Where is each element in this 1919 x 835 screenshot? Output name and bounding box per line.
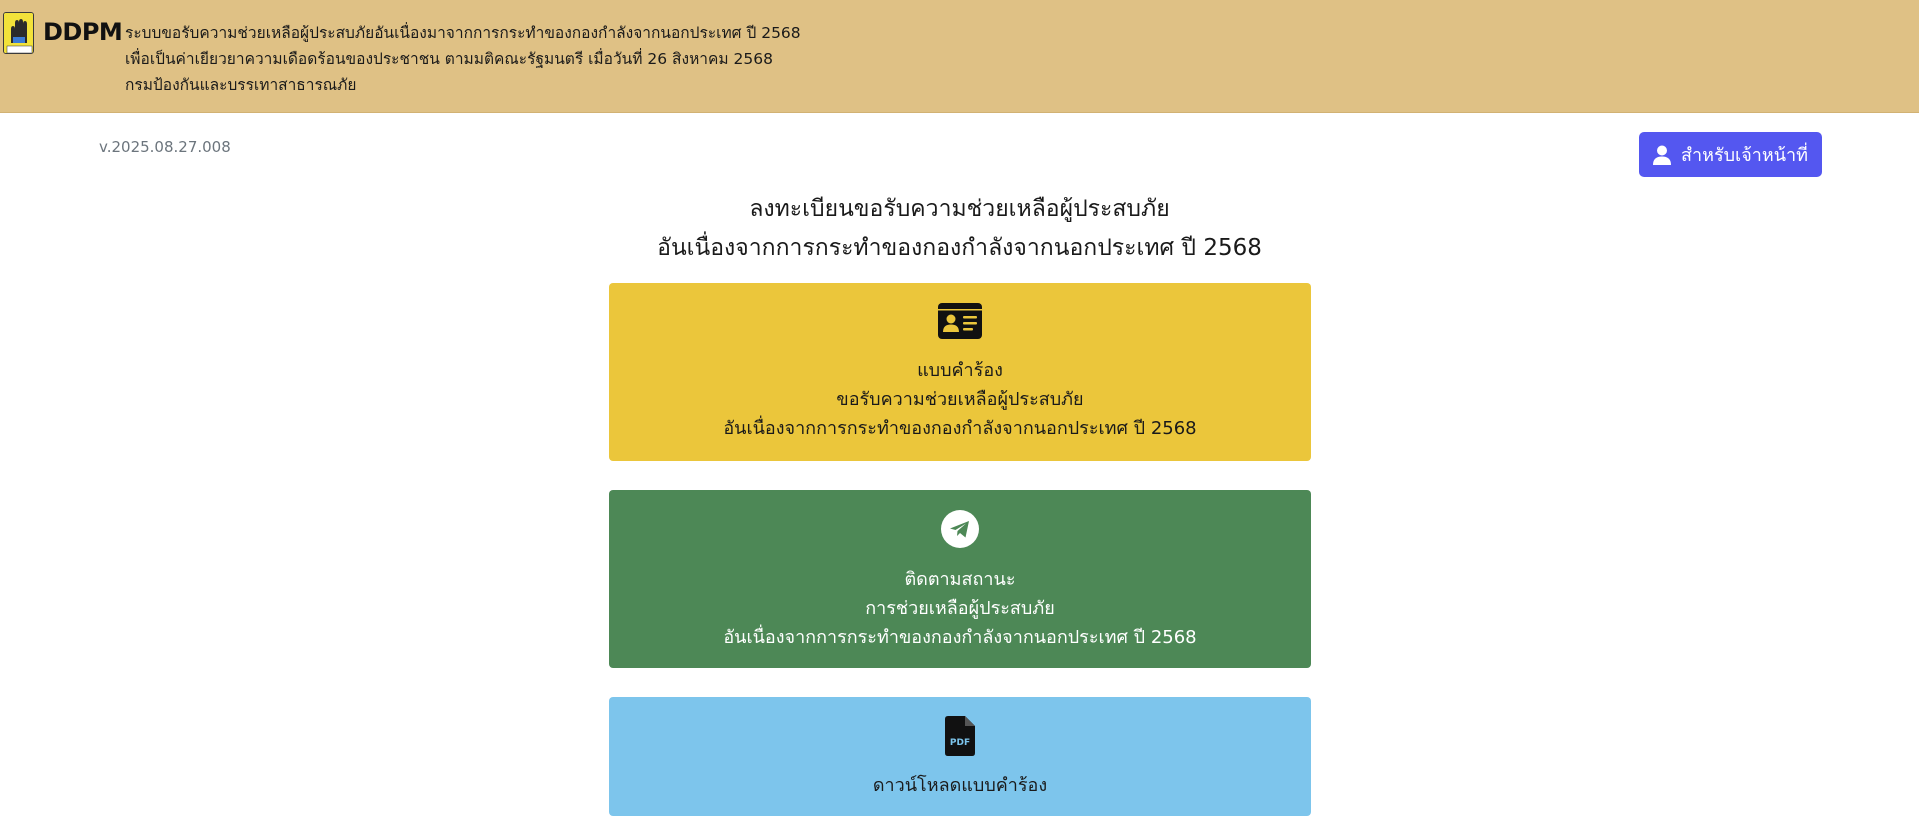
track-status-card-detail: อันเนื่องจากการกระทำของกองกำลังจากนอกประ…	[723, 627, 1197, 648]
pdf-file-icon: PDF	[945, 716, 975, 765]
request-form-card-detail: อันเนื่องจากการกระทำของกองกำลังจากนอกประ…	[723, 418, 1197, 439]
id-card-icon	[938, 303, 982, 348]
track-status-card[interactable]: ติดตามสถานะ การช่วยเหลือผู้ประสบภัย อันเ…	[609, 490, 1311, 668]
request-form-card[interactable]: แบบคำร้อง ขอรับความช่วยเหลือผู้ประสบภัย …	[609, 283, 1311, 461]
staff-button-label: สำหรับเจ้าหน้าที่	[1680, 145, 1808, 166]
header-line-system: ระบบขอรับความช่วยเหลือผู้ประสบภัยอันเนื่…	[125, 24, 801, 42]
svg-text:PDF: PDF	[950, 738, 970, 748]
request-form-card-subtitle: ขอรับความช่วยเหลือผู้ประสบภัย	[836, 389, 1084, 410]
download-form-card[interactable]: PDF ดาวน์โหลดแบบคำร้อง	[609, 697, 1311, 816]
track-status-card-title: ติดตามสถานะ	[904, 569, 1016, 590]
page-title-line1: ลงทะเบียนขอรับความช่วยเหลือผู้ประสบภัย	[749, 196, 1170, 222]
ddpm-emblem-logo	[3, 12, 34, 54]
top-header: DDPM ระบบขอรับความช่วยเหลือผู้ประสบภัยอั…	[0, 0, 1919, 113]
download-form-card-title: ดาวน์โหลดแบบคำร้อง	[872, 775, 1048, 796]
header-line-purpose: เพื่อเป็นค่าเยียวยาความเดือดร้อนของประชา…	[125, 50, 773, 68]
request-form-card-title: แบบคำร้อง	[917, 360, 1003, 381]
header-line-department: กรมป้องกันและบรรเทาสาธารณภัย	[125, 76, 357, 94]
page-title: ลงทะเบียนขอรับความช่วยเหลือผู้ประสบภัย อ…	[0, 190, 1919, 268]
page-title-line2: อันเนื่องจากการกระทำของกองกำลังจากนอกประ…	[657, 235, 1262, 261]
header-text: ระบบขอรับความช่วยเหลือผู้ประสบภัยอันเนื่…	[125, 20, 801, 98]
user-icon	[1652, 145, 1671, 165]
staff-login-button[interactable]: สำหรับเจ้าหน้าที่	[1639, 132, 1822, 177]
version-label: v.2025.08.27.008	[99, 138, 231, 156]
logo-text: DDPM	[43, 18, 123, 46]
telegram-icon	[941, 510, 979, 557]
track-status-card-subtitle: การช่วยเหลือผู้ประสบภัย	[865, 598, 1055, 619]
